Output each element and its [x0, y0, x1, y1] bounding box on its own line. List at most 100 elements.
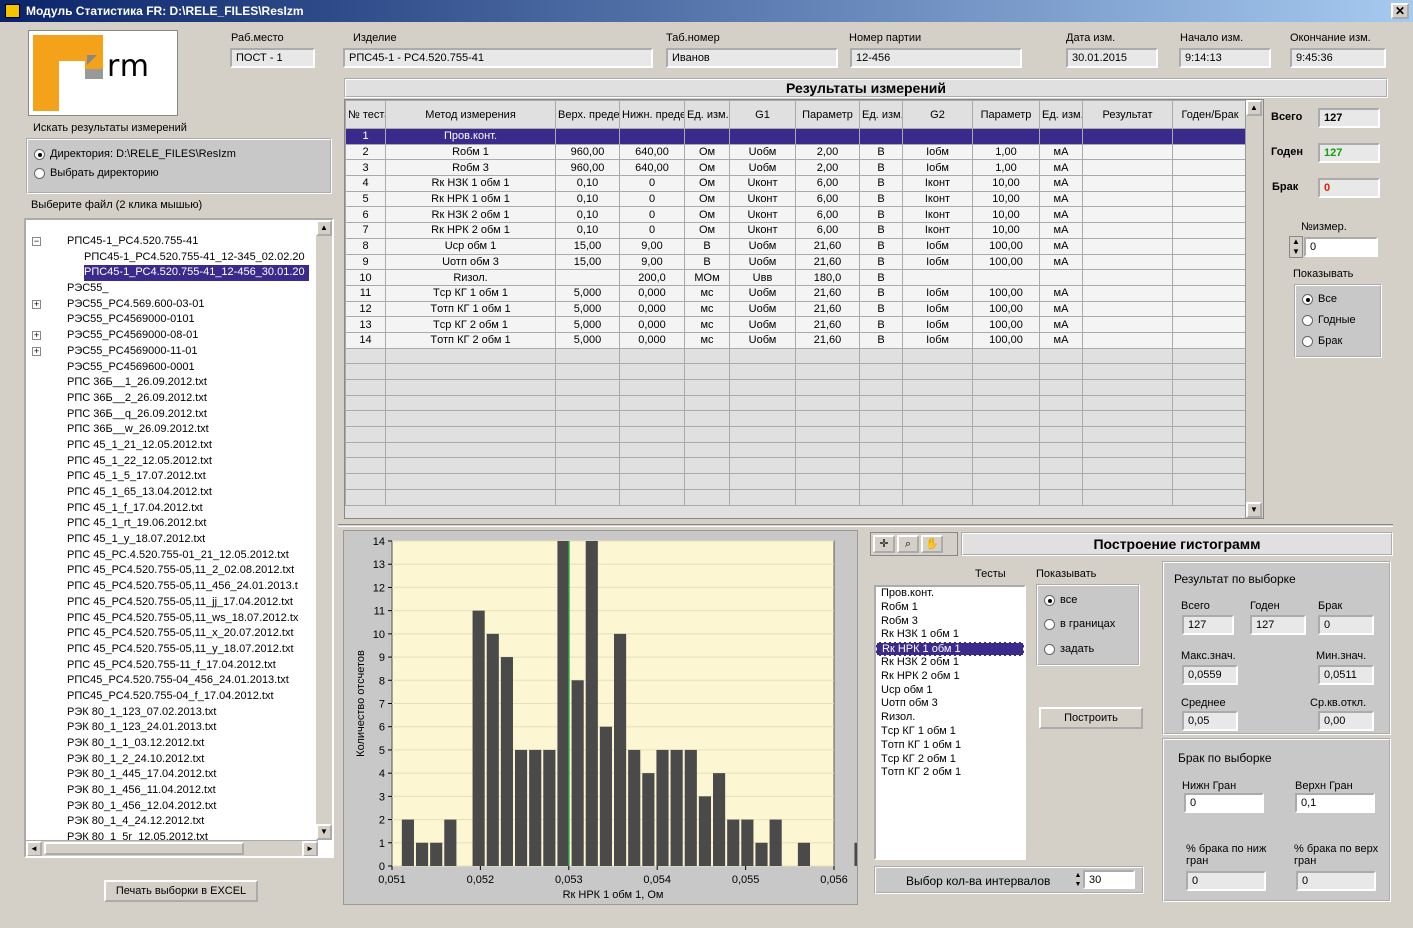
results-vscroll[interactable]: ▲ ▼	[1245, 100, 1263, 518]
print-excel-button[interactable]: Печать выборки в EXCEL	[104, 880, 258, 902]
file-tree-item[interactable]: РПС 45_1_y_18.07.2012.txt	[26, 532, 318, 548]
collapse-icon[interactable]: −	[32, 237, 41, 246]
file-tree-item[interactable]: РПС 45_1_rt_19.06.2012.txt	[26, 516, 318, 532]
table-row[interactable]	[345, 426, 1248, 443]
tests-list-item[interactable]: Rизол.	[876, 711, 1024, 725]
column-header[interactable]: Параметр	[972, 100, 1040, 129]
close-button[interactable]: ✕	[1391, 3, 1409, 19]
file-tree-item[interactable]: РПС 45_1_22_12.05.2012.txt	[26, 454, 318, 470]
tree-vscroll[interactable]: ▲ ▼	[316, 220, 332, 840]
file-tree-item[interactable]: РПС 45_РС.4.520.755-01_21_12.05.2012.txt	[26, 548, 318, 564]
file-tree-item[interactable]: РЭК 80_1_4_24.12.2012.txt	[26, 814, 318, 830]
low-bound-field[interactable]: 0	[1184, 793, 1264, 813]
tests-list-item[interactable]: Tотп КГ 1 обм 1	[876, 739, 1024, 753]
tests-list-item[interactable]: Tотп КГ 2 обм 1	[876, 766, 1024, 780]
pan-hand-icon[interactable]: ✋	[921, 535, 943, 553]
column-header[interactable]: Верх. предел	[555, 100, 620, 129]
show-bad-radio[interactable]: Брак	[1302, 335, 1342, 347]
start-field[interactable]: 9:14:13	[1179, 48, 1271, 68]
results-scroll-up-icon[interactable]: ▲	[1246, 100, 1262, 116]
table-row[interactable]: 12 Tотп КГ 1 обм 1 5,000 0,000 мс Uобм 21,60 В I…	[345, 300, 1248, 318]
end-field[interactable]: 9:45:36	[1290, 48, 1386, 68]
file-tree-item[interactable]: РПС 45_1_f_17.04.2012.txt	[26, 501, 318, 517]
file-tree-item[interactable]: РПС 45_РС4.520.755-05,11_y_18.07.2012.tx…	[26, 642, 318, 658]
file-tree-item[interactable]: РЭС55_	[26, 281, 318, 297]
column-header[interactable]: Параметр	[795, 100, 860, 129]
hist-within-dot[interactable]	[1044, 618, 1055, 630]
column-header[interactable]: Результат	[1082, 100, 1173, 129]
meas-spin-icon[interactable]: ▲ ▼	[1289, 236, 1303, 258]
hist-all-dot[interactable]	[1044, 594, 1055, 606]
radio-directory-dot[interactable]	[34, 148, 45, 160]
file-tree-item[interactable]: РПС 36Б__1_26.09.2012.txt	[26, 375, 318, 391]
file-tree-item[interactable]: РПС45_РС4.520.755-04_f_17.04.2012.txt	[26, 689, 318, 705]
tests-list-item[interactable]: Tср КГ 2 обм 1	[876, 753, 1024, 767]
tests-list-item[interactable]: Rк НЗК 1 обм 1	[876, 628, 1024, 642]
table-row[interactable]: 1 Пров.конт.	[345, 128, 1248, 145]
column-header[interactable]: Ед. изм.	[1039, 100, 1083, 129]
hist-show-all-radio[interactable]: все	[1044, 594, 1077, 606]
column-header[interactable]: G1	[729, 100, 796, 129]
scroll-up-icon[interactable]: ▲	[316, 220, 332, 236]
build-button[interactable]: Построить	[1039, 707, 1143, 729]
file-tree-item[interactable]: РЭК 80_1_1_03.12.2012.txt	[26, 736, 318, 752]
hist-show-within-radio[interactable]: в границах	[1044, 618, 1115, 630]
file-tree-item[interactable]: РЭС55_РС4569600-0001	[26, 360, 318, 376]
high-bound-field[interactable]: 0,1	[1295, 793, 1375, 813]
file-tree-item[interactable]: РПС 36Б__2_26.09.2012.txt	[26, 391, 318, 407]
results-table[interactable]: № тестаМетод измеренияВерх. пределНижн. …	[344, 99, 1264, 519]
table-row[interactable]: 8 Uср обм 1 15,00 9,00 В Uобм 21,60 В Iобм 100,00…	[345, 237, 1248, 255]
show-good-radio[interactable]: Годные	[1302, 314, 1356, 326]
file-tree-item[interactable]: РЭК 80_1_456_11.04.2012.txt	[26, 783, 318, 799]
file-tree-item[interactable]: РЭК 80_1_123_24.01.2013.txt	[26, 720, 318, 736]
histogram-chart[interactable]: 012345678910111213140,051 0,052 0,053 0,054…	[344, 531, 867, 904]
hist-show-set-radio[interactable]: задать	[1044, 643, 1094, 655]
tests-list-item[interactable]: Пров.конт.	[876, 587, 1024, 601]
workplace-field[interactable]: ПОСТ - 1	[230, 48, 315, 68]
file-tree-item[interactable]: РЭК 80_1_2_24.10.2012.txt	[26, 752, 318, 768]
radio-choose-dot[interactable]	[34, 167, 45, 179]
hscroll-thumb[interactable]	[44, 842, 244, 855]
table-row[interactable]: 5 Rк НРК 1 обм 1 0,10 0 Ом Uконт 6,00 В Iконт 10,…	[345, 190, 1248, 208]
show-bad-dot[interactable]	[1302, 335, 1313, 347]
file-tree-item[interactable]: + РЭС55_РС4569000-08-01	[26, 328, 318, 344]
file-tree-item[interactable]: РПС 36Б__w_26.09.2012.txt	[26, 422, 318, 438]
file-tree-item[interactable]: + РЭС55_РС4.569.600-03-01	[26, 297, 318, 313]
table-row[interactable]: 11 Tср КГ 1 обм 1 5,000 0,000 мс Uобм 21,60 В Iо…	[345, 284, 1248, 302]
show-all-radio[interactable]: Все	[1302, 293, 1337, 305]
table-row[interactable]	[345, 457, 1248, 475]
hist-set-dot[interactable]	[1044, 643, 1055, 655]
file-tree-item[interactable]: РПС 45_РС4.520.755-05,11_x_20.07.2012.tx…	[26, 626, 318, 642]
table-row[interactable]	[345, 379, 1248, 396]
table-row[interactable]: 14 Tотп КГ 2 обм 1 5,000 0,000 мс Uобм 21,60 В I…	[345, 331, 1248, 349]
file-tree-item[interactable]: РЭК 80_1_456_12.04.2012.txt	[26, 799, 318, 815]
table-row[interactable]	[345, 473, 1248, 490]
tests-list-item[interactable]: Uср обм 1	[876, 684, 1024, 698]
scroll-right-icon[interactable]: ►	[302, 841, 318, 856]
tests-list-item[interactable]: Rк НРК 2 обм 1	[876, 670, 1024, 684]
column-header[interactable]: Метод измерения	[385, 100, 556, 129]
table-row[interactable]	[345, 363, 1248, 380]
results-scroll-down-icon[interactable]: ▼	[1246, 502, 1262, 518]
show-good-dot[interactable]	[1302, 314, 1313, 326]
file-tree-item[interactable]: РПС 45_РС4.520.755-05,11_jj_17.04.2012.t…	[26, 595, 318, 611]
tests-list-item[interactable]: Uотп обм 3	[876, 697, 1024, 711]
file-tree-item[interactable]: РПС45_РС4.520.755-04_456_24.01.2013.txt	[26, 673, 318, 689]
tests-list-item[interactable]: Rк НРК 1 обм 1	[876, 642, 1024, 656]
table-row[interactable]: 2 Rобм 1 960,00 640,00 Ом Uобм 2,00 В Iобм 1,00 мА	[345, 143, 1248, 161]
show-all-dot[interactable]	[1302, 293, 1313, 305]
column-header[interactable]: Нижн. предел	[619, 100, 685, 129]
file-tree-item[interactable]: РЭС55_РС4569000-0101	[26, 312, 318, 328]
file-tree-item[interactable]: РПС 45_РС4.520.755-05,11_2_02.08.2012.tx…	[26, 563, 318, 579]
file-tree-item[interactable]: РЭК 80_1_445_17.04.2012.txt	[26, 767, 318, 783]
scroll-down-icon[interactable]: ▼	[316, 824, 332, 840]
column-header[interactable]: Ед. изм.	[859, 100, 903, 129]
file-tree-item[interactable]: + РЭС55_РС4569000-11-01	[26, 344, 318, 360]
tests-list[interactable]: Пров.конт. Rобм 1 Rобм 3 Rк НЗК 1 обм 1 Rк Н…	[874, 585, 1026, 860]
intervals-spin-icon[interactable]: ▲ ▼	[1073, 871, 1083, 889]
file-tree-item[interactable]: РЭК 80_1_123_07.02.2013.txt	[26, 705, 318, 721]
column-header[interactable]: Ед. изм.	[684, 100, 730, 129]
expand-icon[interactable]: +	[32, 299, 41, 309]
file-tree-item[interactable]: РПС 45_РС4.520.755-11_f_17.04.2012.txt	[26, 658, 318, 674]
tests-list-item[interactable]: Rобм 1	[876, 601, 1024, 615]
